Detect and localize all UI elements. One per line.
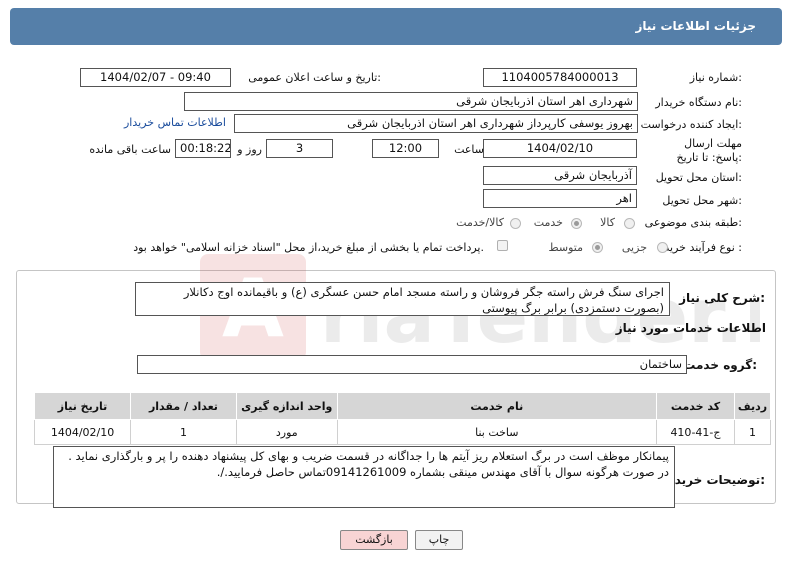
requester-label: ایجاد کننده درخواست:: [640, 118, 742, 131]
cell-need-date: 1404/02/10: [33, 419, 132, 445]
treasury-payment-checkbox[interactable]: [497, 240, 508, 251]
category-radio-service[interactable]: [571, 218, 582, 229]
process-radio-minor[interactable]: [657, 242, 668, 253]
category-option-service: خدمت: [533, 216, 563, 229]
deadline-label: مهلت ارسال پاسخ: تا تاریخ:: [676, 137, 742, 164]
summary-textarea: اجرای سنگ فرش راسته جگر فروشان و راسته م…: [135, 282, 670, 316]
cell-service-code: ج-41-410: [655, 419, 736, 445]
category-label: طبقه بندی موضوعی:: [644, 216, 742, 229]
time-remaining-field: 00:18:22: [175, 139, 231, 158]
service-group-label: گروه خدمت:: [683, 358, 757, 372]
deadline-date-field: 1404/02/10: [483, 139, 637, 158]
cell-service-name: ساخت بنا: [336, 419, 657, 445]
table-row: 1404/02/10 1 مورد ساخت بنا ج-41-410 1: [33, 419, 771, 445]
services-section-title: اطلاعات خدمات مورد نیاز: [615, 321, 766, 335]
process-type-label: نوع فرآیند خرید :: [664, 241, 742, 254]
deadline-time-field: 12:00: [372, 139, 439, 158]
need-number-field: 1104005784000013: [483, 68, 637, 87]
deadline-time-label: ساعت: [454, 143, 484, 156]
process-option-minor: جزیی: [621, 241, 647, 254]
days-label: روز و: [237, 143, 262, 156]
buyer-org-field: شهرداری اهر استان اذربایجان شرقی: [184, 92, 638, 111]
buyer-org-label: نام دستگاه خریدار:: [655, 96, 742, 109]
days-remaining-field: 3: [266, 139, 333, 158]
category-option-goods-service: کالا/خدمت: [456, 216, 504, 229]
back-button[interactable]: بازگشت: [340, 530, 408, 550]
category-radio-goods-service[interactable]: [510, 218, 521, 229]
category-radio-goods[interactable]: [624, 218, 635, 229]
delivery-province-label: استان محل تحویل:: [655, 171, 742, 184]
services-table: تاریخ نیاز تعداد / مقدار واحد اندازه گیر…: [33, 392, 771, 445]
cell-unit: مورد: [235, 419, 338, 445]
need-number-label: شماره نیاز:: [689, 71, 742, 84]
cell-quantity: 1: [130, 419, 237, 445]
delivery-city-field: اهر: [483, 189, 637, 208]
services-table-header: تاریخ نیاز تعداد / مقدار واحد اندازه گیر…: [33, 392, 771, 420]
buyer-contact-link[interactable]: اطلاعات تماس خریدار: [124, 116, 226, 129]
col-need-date: تاریخ نیاز: [33, 392, 132, 420]
col-service-name: نام خدمت: [336, 392, 657, 420]
service-group-field: ساختمان: [137, 355, 687, 374]
process-radio-medium[interactable]: [592, 242, 603, 253]
cell-row: 1: [734, 419, 771, 445]
treasury-payment-note: پرداخت تمام یا بخشی از مبلغ خرید،از محل …: [133, 241, 484, 254]
buyer-notes-textarea: پیمانکار موظف است در برگ استعلام ریز آیت…: [53, 446, 675, 508]
time-remaining-label: ساعت باقی مانده: [89, 143, 171, 156]
buyer-notes-label: توضیحات خریدار:: [663, 473, 765, 487]
col-row: ردیف: [734, 392, 771, 420]
col-unit: واحد اندازه گیری: [235, 392, 338, 420]
print-button[interactable]: چاپ: [415, 530, 463, 550]
delivery-province-field: آذربایجان شرقی: [483, 166, 637, 185]
category-option-goods: کالا: [600, 216, 615, 229]
summary-label: شرح کلی نیاز:: [679, 291, 765, 305]
col-quantity: تعداد / مقدار: [130, 392, 237, 420]
announce-datetime-label: تاریخ و ساعت اعلان عمومی:: [248, 71, 381, 84]
requester-field: بهروز یوسفی کارپرداز شهرداری اهر استان ا…: [234, 114, 638, 133]
delivery-city-label: شهر محل تحویل:: [662, 194, 742, 207]
page-title: جزئیات اطلاعات نیاز: [635, 19, 756, 33]
page-header: جزئیات اطلاعات نیاز: [10, 8, 782, 45]
process-option-medium: متوسط: [548, 241, 583, 254]
col-service-code: کد خدمت: [655, 392, 736, 420]
announce-datetime-field: 1404/02/07 - 09:40: [80, 68, 231, 87]
